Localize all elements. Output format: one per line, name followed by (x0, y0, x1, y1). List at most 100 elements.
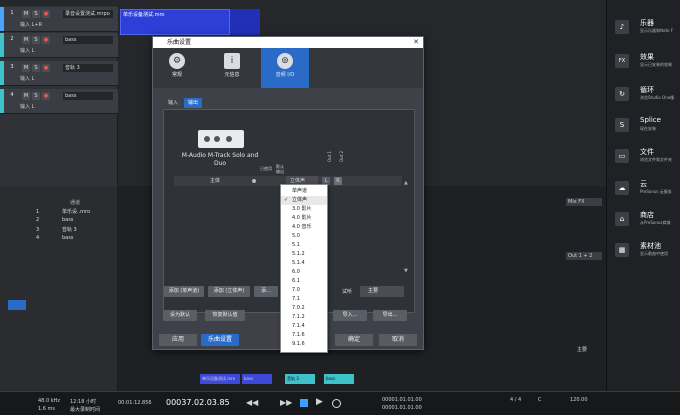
mute-button[interactable]: M (22, 10, 30, 18)
add-more-button[interactable]: 添... (254, 286, 278, 297)
format-option[interactable]: 7.1.2 (281, 313, 327, 322)
output-select[interactable]: Out 1 + 2 (566, 252, 602, 260)
record-button[interactable] (332, 399, 341, 408)
right-channel-cell[interactable]: R (334, 177, 342, 185)
record-time-label: 最大录制时间 (70, 407, 101, 413)
track-name[interactable]: bass (63, 92, 113, 100)
format-option[interactable]: 4.0 音乐 (281, 223, 327, 232)
export-button[interactable]: 导出... (373, 310, 407, 321)
time-signature[interactable]: 4 / 4 (510, 397, 521, 403)
solo-button[interactable]: S (32, 64, 40, 72)
track-name[interactable]: 音轨 3 (63, 64, 113, 72)
dialog-title: 乐曲设置 (153, 37, 423, 48)
mixer-channel-name[interactable]: 单乐设备测试.mro (200, 374, 240, 384)
tab-meta-info[interactable]: i 元信息 (208, 48, 256, 88)
add-stereo-button[interactable]: 添加 (立体声) (208, 286, 250, 297)
row-num: 2 (36, 217, 40, 223)
ok-button[interactable]: 确定 (335, 334, 373, 346)
format-option[interactable]: 7.1.4 (281, 322, 327, 331)
console-tool-active[interactable] (8, 300, 26, 310)
track-row[interactable]: 2 M S ● bass 输入 L (0, 33, 118, 58)
knob-icon (226, 136, 232, 142)
format-option[interactable]: 6.1 (281, 277, 327, 286)
bar-position[interactable]: 00037.02.03.85 (166, 398, 230, 407)
format-option[interactable]: 7.0 (281, 286, 327, 295)
browser-item-loops[interactable]: ↻ 循环 浏览Studio One循 (607, 81, 680, 111)
browser-item-files[interactable]: ▭ 文件 浏览文件和文件夹 (607, 143, 680, 173)
rewind-icon[interactable]: ◀◀ (246, 398, 258, 407)
track-input[interactable]: 输入 L (20, 75, 60, 83)
browser-item-effects[interactable]: FX 效果 显示已安装的效果 (607, 48, 680, 78)
tab-outputs[interactable]: 输出 (184, 98, 203, 108)
close-icon[interactable]: ✕ (413, 38, 419, 47)
format-option[interactable]: 4.0 影片 (281, 214, 327, 223)
mute-button[interactable]: M (22, 64, 30, 72)
record-arm-button[interactable]: ● (42, 92, 50, 100)
track-name[interactable]: 录音设置测试.mrpo (63, 10, 113, 18)
cancel-button[interactable]: 取消 (379, 334, 417, 346)
track-input[interactable]: 输入 L (20, 47, 60, 55)
format-option[interactable]: 5.0 (281, 232, 327, 241)
record-arm-button[interactable]: ● (42, 36, 50, 44)
mixer-channel-name[interactable]: bass (324, 374, 354, 384)
format-option[interactable]: 5.1.4 (281, 259, 327, 268)
track-input[interactable]: 输入 L (20, 103, 60, 111)
monitor-select[interactable]: 主要 (360, 286, 404, 297)
mix-fx-label[interactable]: Mix FX (566, 198, 602, 206)
format-option[interactable]: 7.1 (281, 295, 327, 304)
solo-button[interactable]: S (32, 36, 40, 44)
record-arm-button[interactable]: ● (42, 10, 50, 18)
mute-button[interactable]: M (22, 92, 30, 100)
solo-button[interactable]: S (32, 92, 40, 100)
console-row[interactable]: 3 音轨 3 (36, 226, 116, 234)
loop-end[interactable]: 00001.01.01.00 (382, 405, 422, 411)
format-option[interactable]: 9.1.6 (281, 340, 327, 349)
scroll-down-icon[interactable]: ▼ (404, 268, 408, 274)
mute-button[interactable]: M (22, 36, 30, 44)
tab-general[interactable]: ⚙ 常规 (153, 48, 201, 88)
format-option[interactable]: 7.0.2 (281, 304, 327, 313)
track-row[interactable]: 4 M S ● bass 输入 L (0, 89, 118, 114)
browser-item-cloud[interactable]: ☁ 云 PreSonus 云服务 (607, 175, 680, 205)
format-option[interactable]: 6.0 (281, 268, 327, 277)
console-row[interactable]: 2 bass (36, 217, 116, 225)
track-input[interactable]: 输入 L+R (20, 21, 60, 29)
apply-button[interactable]: 应用 (159, 334, 197, 346)
format-option[interactable]: 5.1 (281, 241, 327, 250)
restore-default-button[interactable]: 恢复默认值 (205, 310, 245, 321)
set-default-button[interactable]: 设为默认 (163, 310, 197, 321)
browser-item-pool[interactable]: ▦ 素材池 显示歌曲中使用 (607, 237, 680, 267)
mixer-channel-name[interactable]: 音轨 3 (285, 374, 315, 384)
record-arm-button[interactable]: ● (42, 64, 50, 72)
track-name[interactable]: bass (63, 36, 113, 44)
output-name[interactable]: 主体 (210, 176, 220, 186)
audio-clip[interactable]: 单乐设备测试.mro (120, 9, 230, 35)
key[interactable]: C (538, 397, 542, 403)
console-row[interactable]: 4 bass (36, 235, 116, 243)
format-option[interactable]: 5.1.2 (281, 250, 327, 259)
format-option[interactable]: 7.1.6 (281, 331, 327, 340)
play-button[interactable]: ▶ (316, 397, 323, 407)
browser-item-instruments[interactable]: ♪ 乐器 显示乐器和Note F (607, 14, 680, 44)
browser-item-shop[interactable]: ⌂ 商店 从PreSonus商城 (607, 206, 680, 236)
solo-button[interactable]: S (32, 10, 40, 18)
loop-start[interactable]: 00001.01.01.00 (382, 397, 422, 403)
stop-button[interactable] (300, 399, 308, 407)
tab-audio-io[interactable]: ⊚ 音频 I/O (261, 48, 309, 88)
scroll-up-icon[interactable]: ▲ (404, 180, 408, 186)
console-row[interactable]: 1 单乐设..mro (36, 208, 116, 216)
import-button[interactable]: 导入... (333, 310, 367, 321)
track-row[interactable]: 3 M S ● 音轨 3 输入 L (0, 61, 118, 86)
mixer-channel-name[interactable]: bass (242, 374, 272, 384)
format-option[interactable]: 3.0 影片 (281, 205, 327, 214)
fast-forward-icon[interactable]: ▶▶ (280, 398, 292, 407)
tab-inputs[interactable]: 输入 (164, 98, 182, 108)
add-mono-button[interactable]: 添加 (单声道) (164, 286, 204, 297)
format-option[interactable]: 单声道 (281, 187, 327, 196)
tempo[interactable]: 120.00 (570, 397, 588, 403)
song-setup-button[interactable]: 乐曲设置 (201, 334, 239, 346)
browser-item-splice[interactable]: S Splice 现在安装 (607, 112, 680, 142)
format-option-selected[interactable]: ✓ 立体声 (281, 196, 327, 205)
track-row[interactable]: 1 M S ● 录音设置测试.mrpo 输入 L+R (0, 7, 118, 32)
audio-clip-tail[interactable] (230, 9, 260, 35)
